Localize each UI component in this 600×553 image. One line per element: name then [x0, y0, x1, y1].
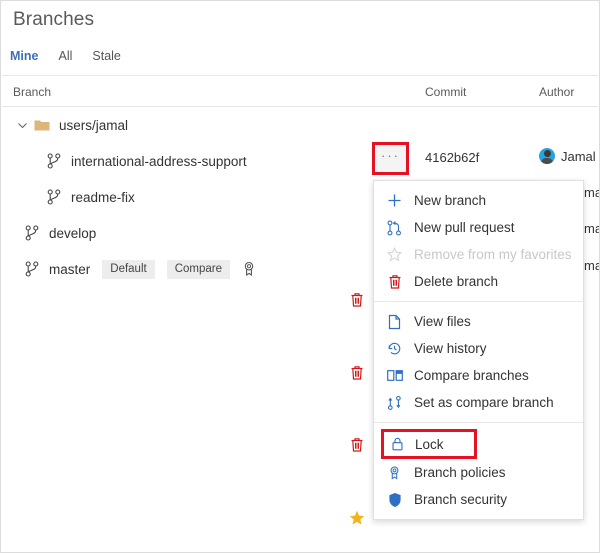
- branch-name: international-address-support: [71, 154, 247, 169]
- menu-item-label: Delete branch: [414, 274, 498, 289]
- author-name: Jamal: [561, 149, 596, 164]
- git-branch-icon: [47, 189, 61, 205]
- branch-folder-cell: users/jamal: [15, 107, 128, 143]
- branches-page: Branches Mine All Stale Branch Commit Au…: [0, 0, 600, 553]
- author-name-partial: mal: [584, 185, 600, 200]
- chevron-down-icon[interactable]: [15, 118, 29, 132]
- menu-item-remove-from-favorites: Remove from my favorites: [374, 241, 583, 268]
- delete-branch-icon[interactable]: [350, 292, 364, 308]
- branch-name: master: [49, 262, 90, 277]
- menu-item-branch-security[interactable]: Branch security: [374, 486, 583, 513]
- ellipsis-icon: ···: [381, 153, 400, 165]
- menu-item-label: Lock: [415, 437, 444, 452]
- branch-name-cell: develop: [25, 215, 96, 251]
- author-name-partial: mal: [584, 221, 600, 236]
- column-header-branch: Branch: [13, 85, 51, 99]
- menu-item-set-as-compare-branch[interactable]: Set as compare branch: [374, 389, 583, 416]
- badge-default: Default: [102, 260, 154, 279]
- delete-branch-icon[interactable]: [350, 437, 364, 453]
- menu-item-new-branch[interactable]: New branch: [374, 187, 583, 214]
- more-actions-button[interactable]: ···: [372, 142, 409, 175]
- commit-hash: 4162b62f: [425, 150, 479, 165]
- tab-mine[interactable]: Mine: [10, 48, 47, 64]
- page-title: Branches: [13, 9, 94, 31]
- tab-stale[interactable]: Stale: [92, 48, 130, 64]
- menu-item-branch-policies[interactable]: Branch policies: [374, 459, 583, 486]
- author-name-partial: mal: [584, 258, 600, 273]
- star-outline-icon: [386, 246, 403, 263]
- menu-item-label: View files: [414, 314, 471, 329]
- git-branch-icon: [47, 153, 61, 169]
- git-branch-icon: [25, 261, 39, 277]
- menu-separator: [374, 422, 583, 423]
- file-icon: [386, 313, 403, 330]
- menu-item-label: View history: [414, 341, 487, 356]
- trash-icon: [386, 273, 403, 290]
- branch-name-cell: readme-fix: [47, 179, 135, 215]
- favorite-star-icon[interactable]: [349, 510, 365, 526]
- branch-policy-icon[interactable]: [242, 261, 256, 277]
- branch-name-cell: international-address-support: [47, 143, 247, 179]
- folder-icon: [34, 119, 50, 132]
- menu-item-label: Branch policies: [414, 465, 506, 480]
- shield-icon: [386, 491, 403, 508]
- compare-branches-icon: [386, 367, 403, 384]
- branch-context-menu: New branch New pull request: [373, 180, 584, 520]
- branch-policy-icon: [386, 464, 403, 481]
- author-cell: Jamal: [539, 148, 596, 164]
- history-icon: [386, 340, 403, 357]
- table-row[interactable]: users/jamal: [2, 107, 598, 143]
- menu-item-compare-branches[interactable]: Compare branches: [374, 362, 583, 389]
- branch-name: develop: [49, 226, 96, 241]
- pull-request-icon: [386, 219, 403, 236]
- menu-item-new-pull-request[interactable]: New pull request: [374, 214, 583, 241]
- pivot-tabs: Mine All Stale: [10, 48, 141, 64]
- menu-item-label: Set as compare branch: [414, 395, 554, 410]
- branch-name: readme-fix: [71, 190, 135, 205]
- avatar: [539, 148, 555, 164]
- menu-separator: [374, 301, 583, 302]
- menu-item-label: Compare branches: [414, 368, 529, 383]
- tab-all[interactable]: All: [58, 48, 81, 64]
- menu-item-view-files[interactable]: View files: [374, 308, 583, 335]
- menu-item-delete-branch[interactable]: Delete branch: [374, 268, 583, 295]
- plus-icon: [386, 192, 403, 209]
- menu-item-label: Branch security: [414, 492, 507, 507]
- menu-item-lock[interactable]: Lock: [381, 429, 477, 459]
- badge-compare: Compare: [167, 260, 230, 279]
- delete-branch-icon[interactable]: [350, 365, 364, 381]
- menu-item-view-history[interactable]: View history: [374, 335, 583, 362]
- git-branch-icon: [25, 225, 39, 241]
- branch-name-cell: master Default Compare: [25, 251, 256, 287]
- menu-item-label: New branch: [414, 193, 486, 208]
- set-compare-icon: [386, 394, 403, 411]
- table-header: Branch Commit Author: [2, 76, 598, 107]
- table-row[interactable]: international-address-support: [2, 143, 598, 179]
- lock-icon: [389, 436, 406, 453]
- branch-folder-name: users/jamal: [59, 118, 128, 133]
- column-header-author: Author: [539, 85, 574, 99]
- menu-item-label: Remove from my favorites: [414, 247, 572, 262]
- menu-item-label: New pull request: [414, 220, 515, 235]
- column-header-commit: Commit: [425, 85, 466, 99]
